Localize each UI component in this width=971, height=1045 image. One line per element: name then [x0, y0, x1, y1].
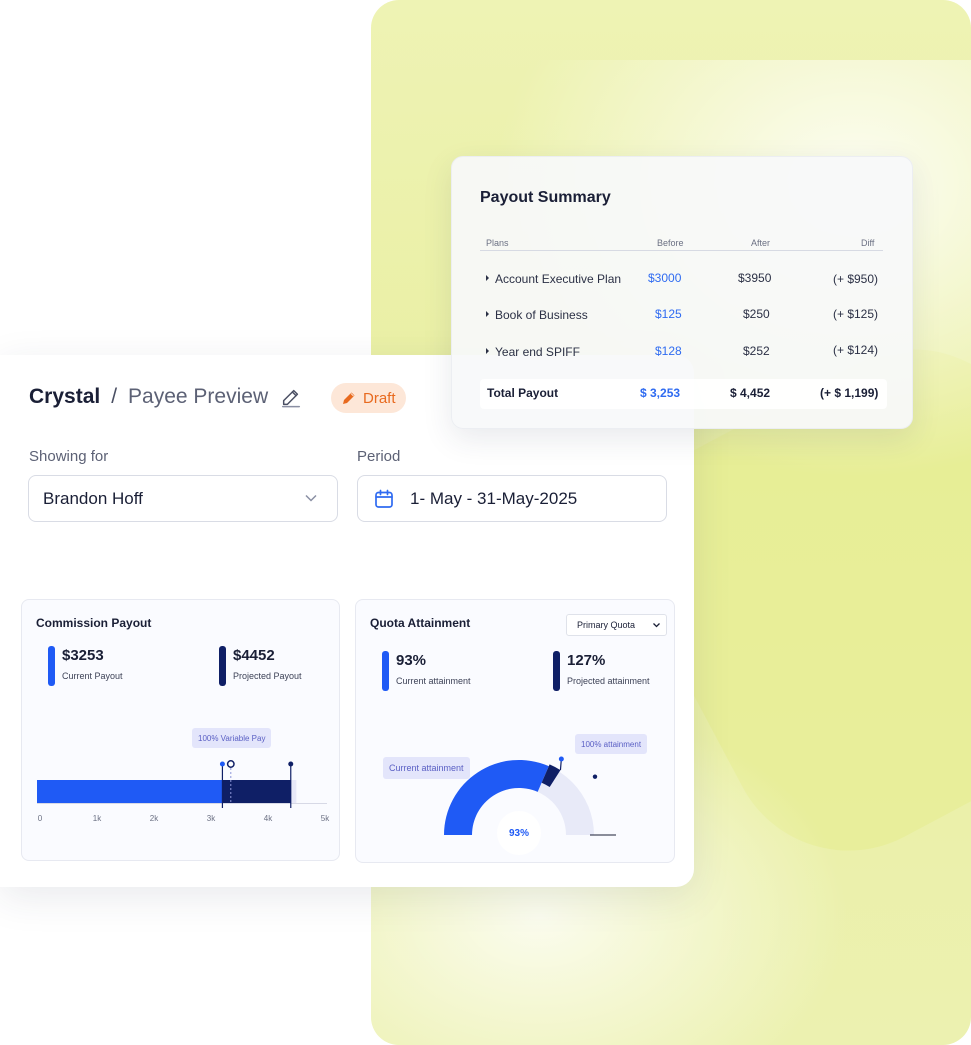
plan-name: Book of Business: [495, 308, 588, 322]
caret-right-icon: [486, 348, 489, 354]
commission-payout-title: Commission Payout: [36, 616, 152, 630]
total-after-value: $ 4,452: [730, 386, 771, 400]
caret-right-icon: [486, 275, 489, 281]
payout-summary-card: Payout Summary Plans Before After Diff A…: [451, 156, 913, 429]
page-title: Payee Preview: [128, 385, 269, 408]
projected-payout-kpi: $4452 Projected Payout: [219, 646, 302, 686]
quota-attainment-widget: Quota Attainment Primary Quota 93% Curre…: [355, 599, 675, 863]
status-badge-label: Draft: [363, 389, 396, 407]
plan-row-expand[interactable]: Account Executive Plan: [486, 272, 621, 286]
period-value: 1- May - 31-May-2025: [410, 488, 578, 508]
plan-after-value: $3950: [738, 271, 772, 285]
current-payout-kpi: $3253 Current Payout: [48, 646, 123, 686]
plan-row-expand[interactable]: Year end SPIFF: [486, 345, 580, 359]
variable-pay-tag: 100% Variable Pay: [192, 728, 272, 748]
projected-attainment-label: Projected attainment: [567, 676, 650, 686]
variable-pay-marker-dot: [226, 760, 235, 768]
edit-pencil-icon[interactable]: [280, 386, 302, 408]
showing-for-label: Showing for: [29, 448, 109, 465]
quota-type-select[interactable]: Primary Quota: [566, 614, 667, 636]
draft-pencil-icon: [343, 392, 355, 404]
plan-after-value: $252: [743, 344, 770, 358]
payout-axis-tick: 4k: [264, 814, 273, 823]
plan-name: Account Executive Plan: [495, 272, 622, 286]
plan-diff-value: (+ $125): [833, 307, 879, 321]
plan-name: Year end SPIFF: [495, 345, 580, 359]
current-payout-label: Current Payout: [62, 671, 123, 681]
breadcrumb-app-name[interactable]: Crystal: [29, 385, 100, 409]
payout-summary-title: Payout Summary: [480, 189, 611, 206]
plan-before-value[interactable]: $125: [655, 307, 682, 321]
calendar-icon: [375, 489, 393, 508]
projected-payout-indicator: [219, 646, 226, 686]
current-payout-marker-dot: [219, 761, 225, 767]
projected-attainment-kpi: 127% Projected attainment: [553, 651, 650, 691]
plan-after-value: $250: [743, 307, 770, 321]
gauge-pointer-dot: [558, 756, 564, 762]
plan-before-value[interactable]: $128: [655, 344, 682, 358]
payout-axis-tick: 2k: [150, 814, 159, 823]
column-header-before: Before: [657, 238, 684, 248]
current-attainment-label: Current attainment: [396, 676, 471, 686]
payee-select[interactable]: Brandon Hoff: [28, 475, 338, 522]
payout-axis-tick: 5k: [321, 814, 330, 823]
chevron-down-icon: [305, 494, 317, 502]
current-payout-value: $3253: [62, 647, 104, 664]
projected-payout-value: $4452: [233, 647, 275, 664]
chevron-down-icon: [653, 623, 660, 628]
payout-axis-tick: 1k: [93, 814, 102, 823]
quota-type-value: Primary Quota: [577, 620, 636, 630]
payee-select-value: Brandon Hoff: [43, 488, 143, 508]
quota-gauge-chart: 93%: [444, 756, 616, 855]
commission-payout-widget: Commission Payout $3253 Current Payout $…: [21, 599, 340, 861]
current-payout-indicator: [48, 646, 55, 686]
current-attainment-kpi: 93% Current attainment: [382, 651, 471, 691]
period-label: Period: [357, 448, 401, 465]
payout-axis-tick: 3k: [207, 814, 216, 823]
total-payout-label: Total Payout: [487, 386, 559, 400]
current-payout-bar: [37, 780, 223, 803]
plan-diff-value: (+ $124): [833, 343, 879, 357]
breadcrumb: Crystal / Payee Preview: [29, 385, 302, 409]
header-divider: [480, 250, 883, 251]
period-date-picker[interactable]: 1- May - 31-May-2025: [357, 475, 667, 522]
status-badge: Draft: [331, 383, 406, 413]
quota-attainment-title: Quota Attainment: [370, 616, 471, 630]
payee-preview-card: Crystal / Payee Preview Draft Showing fo…: [0, 355, 694, 887]
payout-axis-tick: 0: [38, 814, 43, 823]
projected-attainment-indicator: [553, 651, 560, 691]
current-attainment-value: 93%: [396, 652, 427, 669]
caret-right-icon: [486, 311, 489, 317]
projected-payout-label: Projected Payout: [233, 671, 302, 681]
gauge-target-dot: [592, 774, 598, 779]
breadcrumb-separator: /: [111, 385, 118, 408]
projected-attainment-value: 127%: [567, 652, 606, 669]
column-header-diff: Diff: [861, 238, 875, 248]
total-diff-value: (+ $ 1,199): [820, 386, 879, 400]
column-header-after: After: [751, 238, 771, 248]
projected-payout-bar: [222, 780, 291, 803]
plan-diff-value: (+ $950): [833, 272, 879, 286]
current-attainment-indicator: [382, 651, 389, 691]
projected-payout-marker-dot: [288, 761, 294, 767]
plan-row-expand[interactable]: Book of Business: [486, 308, 588, 322]
column-header-plans: Plans: [486, 238, 509, 248]
total-before-value: $ 3,253: [640, 386, 681, 400]
payout-bar-chart: 0 1k 2k 3k 4k 5k: [37, 760, 330, 823]
gauge-center-label: 93%: [509, 828, 529, 839]
plan-before-value[interactable]: $3000: [648, 271, 681, 285]
